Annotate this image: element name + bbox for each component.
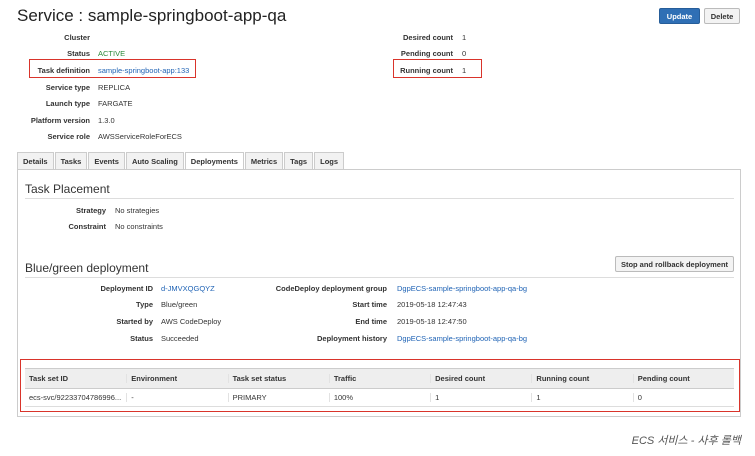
delete-button[interactable]: Delete <box>704 8 740 24</box>
detail-label: Desired count <box>402 33 453 42</box>
bg-label: End time <box>355 317 387 326</box>
tab-deployments[interactable]: Deployments <box>184 152 244 170</box>
bg-value: Succeeded <box>161 334 199 343</box>
detail-label: Platform version <box>30 116 90 125</box>
detail-value: 1 <box>462 33 467 42</box>
bg-value: Blue/green <box>161 300 198 309</box>
detail-label: Status <box>67 49 90 58</box>
detail-label: Service role <box>47 132 90 141</box>
detail-label: Pending count <box>400 49 453 58</box>
tab-metrics[interactable]: Metrics <box>244 152 284 169</box>
deployment-history-link[interactable]: DgpECS-sample-springboot-app-qa-bg <box>397 334 527 343</box>
bg-label: Started by <box>116 317 153 326</box>
detail-value: 1.3.0 <box>98 116 115 125</box>
bg-label: Start time <box>352 300 387 309</box>
bg-value: 2019-05-18 12:47:43 <box>397 300 467 309</box>
bg-label: Deployment ID <box>100 284 153 293</box>
detail-label: Cluster <box>64 33 90 42</box>
tab-details[interactable]: Details <box>17 152 54 169</box>
bg-label: Status <box>130 334 153 343</box>
divider <box>25 277 734 278</box>
tab-tasks[interactable]: Tasks <box>54 152 88 169</box>
highlight-task-set-table <box>20 359 740 412</box>
detail-value: FARGATE <box>98 99 133 108</box>
tab-bar: Details Tasks Events Auto Scaling Deploy… <box>17 152 345 170</box>
bg-label: Type <box>136 300 153 309</box>
tab-events[interactable]: Events <box>88 152 125 169</box>
tab-logs[interactable]: Logs <box>314 152 345 169</box>
detail-value: 0 <box>462 49 467 58</box>
tab-tags[interactable]: Tags <box>284 152 314 169</box>
constraint-label: Constraint <box>68 222 107 231</box>
detail-value: AWSServiceRoleForECS <box>98 132 182 141</box>
detail-value: REPLICA <box>98 83 131 92</box>
stop-rollback-button[interactable]: Stop and rollback deployment <box>615 256 734 272</box>
page-title: Service : sample-springboot-app-qa <box>17 6 287 25</box>
highlight-running-count <box>393 59 482 78</box>
constraint-value: No constraints <box>115 222 163 231</box>
deployment-id-link[interactable]: d-JMVXQGQYZ <box>161 284 215 293</box>
bg-label: Deployment history <box>316 334 387 343</box>
image-caption: ECS 서비스 - 사후 롤백 <box>631 435 741 447</box>
detail-label: Service type <box>45 83 90 92</box>
bg-value: 2019-05-18 12:47:50 <box>397 317 467 326</box>
bg-value: AWS CodeDeploy <box>161 317 222 326</box>
bluegreen-title: Blue/green deployment <box>25 261 149 275</box>
status-value: ACTIVE <box>98 49 126 58</box>
detail-label: Launch type <box>45 99 90 108</box>
strategy-value: No strategies <box>115 206 160 215</box>
deployment-group-link[interactable]: DgpECS-sample-springboot-app-qa-bg <box>397 284 527 293</box>
strategy-label: Strategy <box>75 206 106 215</box>
bg-label: CodeDeploy deployment group <box>275 284 387 293</box>
update-button[interactable]: Update <box>659 8 700 24</box>
highlight-task-definition <box>29 59 196 78</box>
tab-auto-scaling[interactable]: Auto Scaling <box>125 152 184 169</box>
task-placement-title: Task Placement <box>25 182 110 196</box>
divider <box>25 198 734 199</box>
